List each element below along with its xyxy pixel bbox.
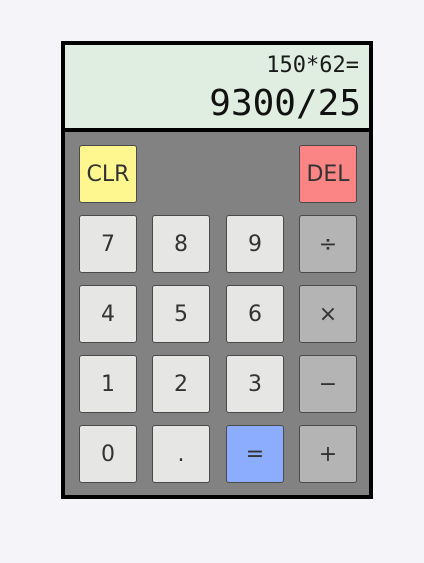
expression-readout: 150*62= — [266, 53, 359, 78]
digit-5-button[interactable]: 5 — [152, 285, 210, 343]
digit-6-button[interactable]: 6 — [226, 285, 284, 343]
equals-button[interactable]: = — [226, 425, 284, 483]
digit-1-button[interactable]: 1 — [79, 355, 137, 413]
minus-button[interactable]: − — [299, 355, 357, 413]
digit-9-button[interactable]: 9 — [226, 215, 284, 273]
clear-button[interactable]: CLR — [79, 145, 137, 203]
digit-4-button[interactable]: 4 — [79, 285, 137, 343]
result-readout: 9300/25 — [209, 83, 361, 124]
delete-button[interactable]: DEL — [299, 145, 357, 203]
digit-0-button[interactable]: 0 — [79, 425, 137, 483]
calculator: 150*62= 9300/25 CLR DEL 7 8 9 ÷ 4 5 6 × … — [61, 41, 373, 499]
digit-7-button[interactable]: 7 — [79, 215, 137, 273]
multiply-button[interactable]: × — [299, 285, 357, 343]
digit-8-button[interactable]: 8 — [152, 215, 210, 273]
display: 150*62= 9300/25 — [65, 45, 369, 132]
decimal-point-button[interactable]: . — [152, 425, 210, 483]
plus-button[interactable]: + — [299, 425, 357, 483]
divide-button[interactable]: ÷ — [299, 215, 357, 273]
digit-2-button[interactable]: 2 — [152, 355, 210, 413]
digit-3-button[interactable]: 3 — [226, 355, 284, 413]
